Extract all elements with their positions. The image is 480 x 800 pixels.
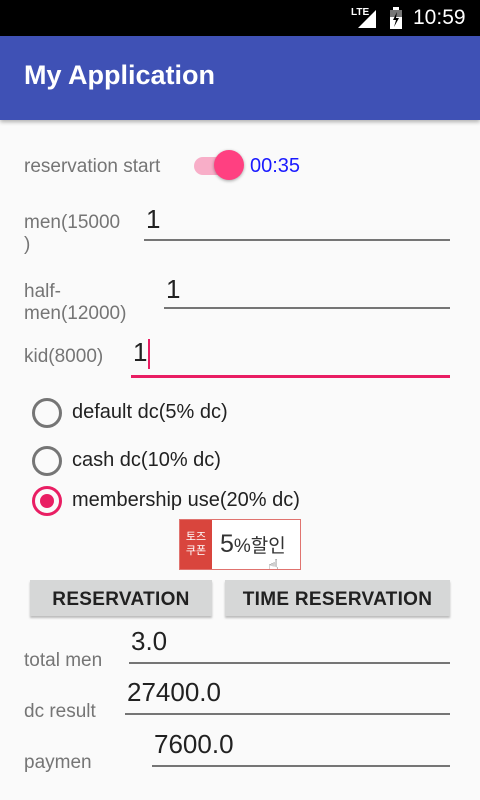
reservation-timer: 00:35 — [250, 155, 301, 177]
coupon-discount: 5%할인 — [220, 530, 286, 559]
half-men-label: half- men(12000) — [24, 281, 127, 324]
coupon-brand: 토즈 쿠폰 — [180, 520, 212, 569]
payment-value: 7600.0 — [154, 729, 234, 759]
men-label: men(15000 ) — [24, 212, 121, 255]
radio-button — [32, 398, 62, 428]
kid-input-underline — [131, 375, 450, 378]
total-men-value: 3.0 — [131, 626, 168, 656]
half-men-input[interactable]: 1 — [166, 274, 180, 305]
total-men-label: total men — [24, 650, 103, 671]
coupon-percent-suffix: %할인 — [233, 536, 286, 557]
coupon-percent: 5 — [220, 530, 234, 558]
kid-label: kid(8000) — [24, 346, 104, 367]
radio-button-checked — [32, 486, 62, 516]
dc-result-label: dc result — [24, 701, 96, 722]
kid-input[interactable]: 1 — [133, 337, 151, 370]
reservation-button[interactable]: RESERVATION — [30, 580, 212, 616]
reservation-start-label: reservation start — [24, 156, 161, 177]
payment-label: paymen — [24, 752, 92, 773]
coupon-image[interactable]: 토즈 쿠폰 5%할인 ☝ — [179, 519, 301, 570]
switch-thumb — [214, 150, 244, 180]
text-cursor — [148, 339, 151, 370]
kid-input-value: 1 — [133, 337, 148, 367]
men-input[interactable]: 1 — [146, 204, 160, 235]
time-reservation-button[interactable]: TIME RESERVATION — [225, 580, 450, 616]
signal-icon — [358, 10, 376, 28]
dc-result-underline — [125, 713, 450, 715]
radio-label: default dc(5% dc) — [72, 401, 228, 423]
half-men-input-underline — [164, 307, 450, 309]
status-clock: 10:59 — [413, 6, 466, 29]
radio-label: cash dc(10% dc) — [72, 449, 221, 471]
men-input-underline — [144, 239, 450, 241]
radio-button — [32, 446, 62, 476]
radio-label: membership use(20% dc) — [72, 489, 300, 511]
total-men-underline — [129, 662, 450, 664]
payment-underline — [152, 765, 450, 767]
pointing-hand-icon: ☝ — [268, 556, 279, 570]
reservation-switch[interactable] — [192, 150, 246, 180]
app-bar: My Application — [0, 36, 480, 120]
dc-result-value: 27400.0 — [127, 677, 221, 707]
app-title: My Application — [24, 60, 216, 90]
battery-icon — [390, 7, 402, 29]
status-bar: LTE 10:59 — [0, 0, 480, 36]
